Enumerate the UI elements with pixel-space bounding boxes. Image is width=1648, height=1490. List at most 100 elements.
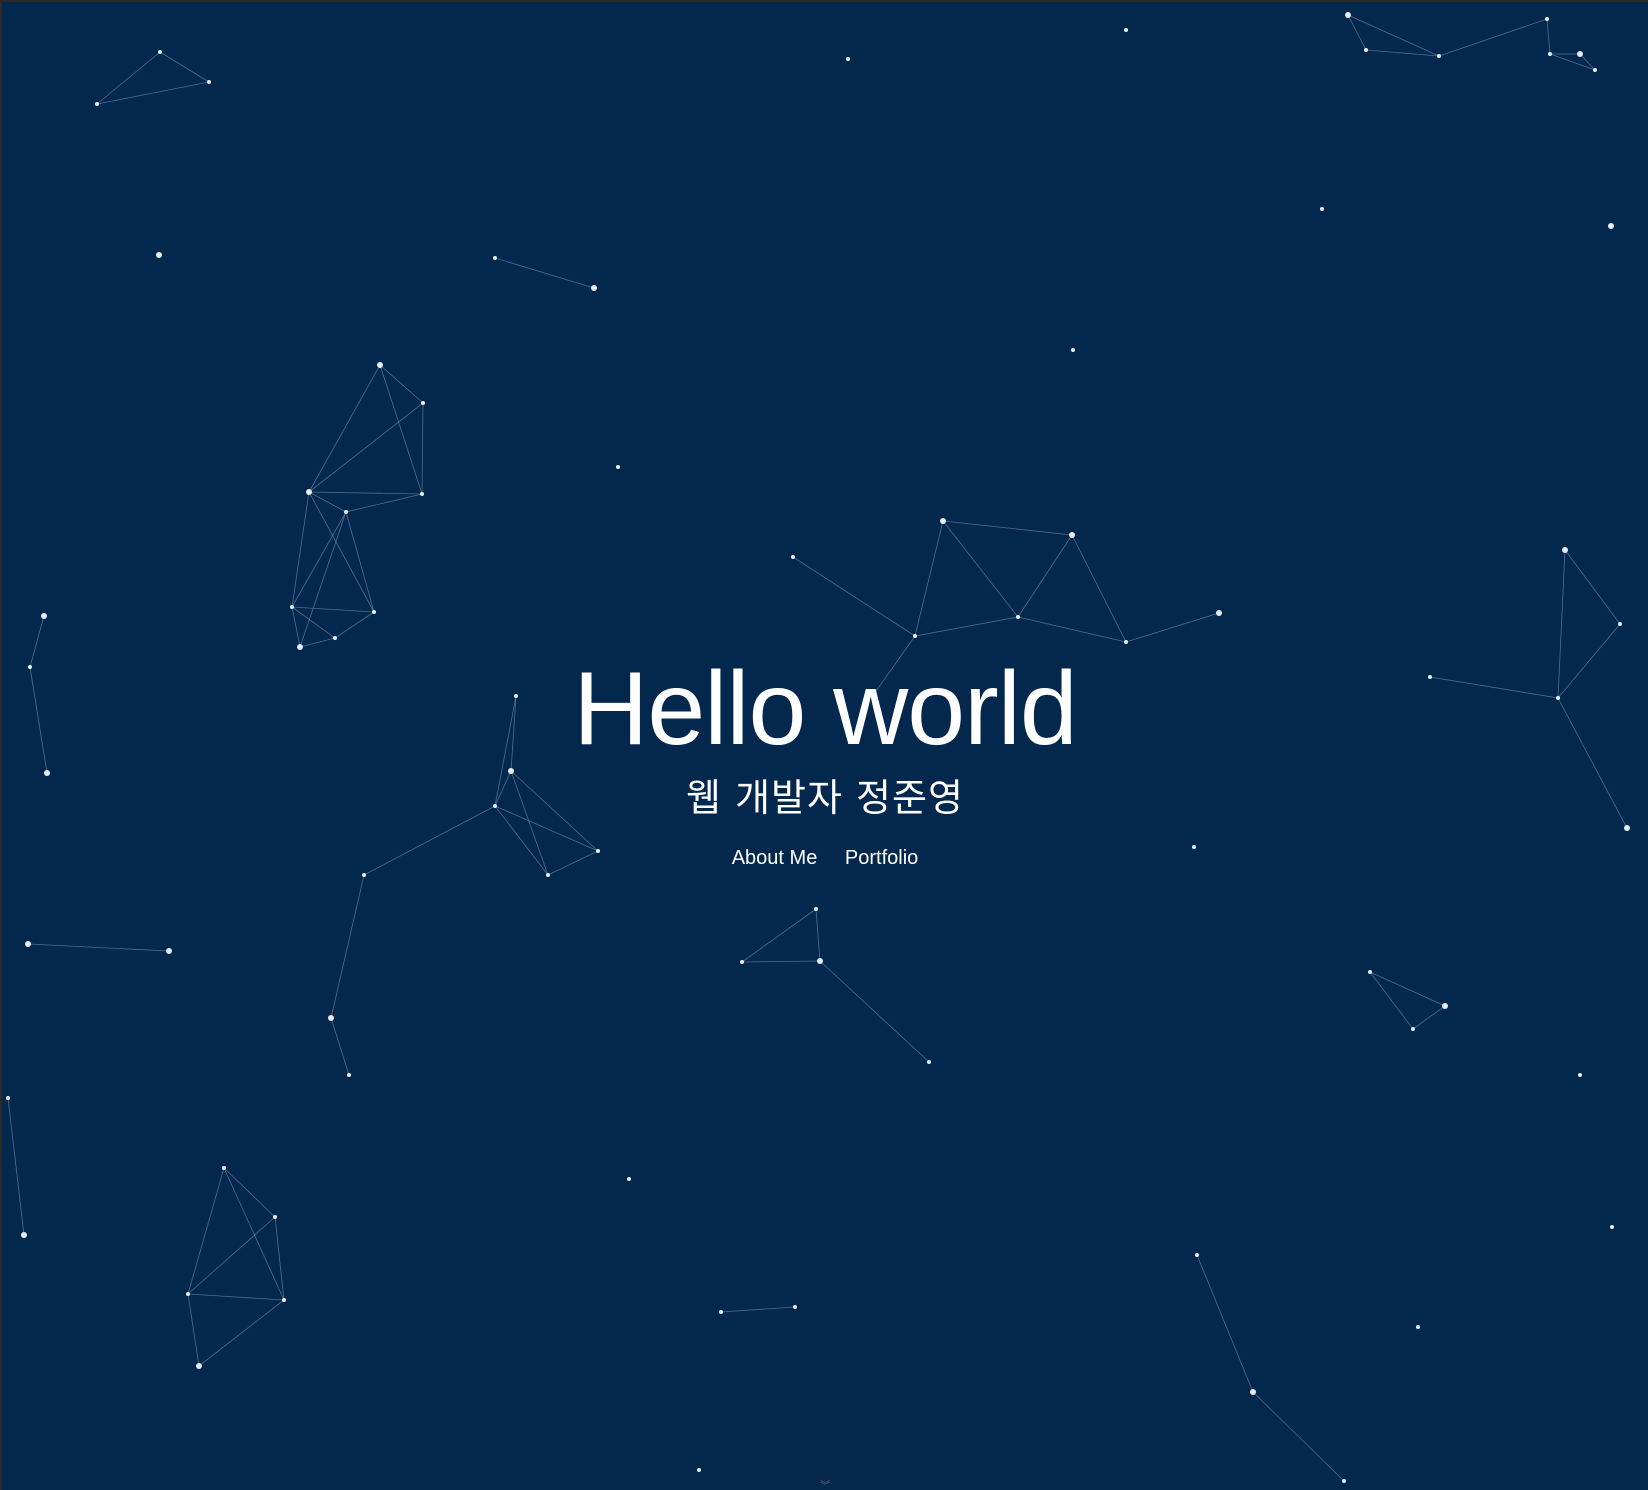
particle-link: [308, 491, 423, 495]
particle-link: [198, 1299, 285, 1367]
particle-link: [291, 606, 336, 639]
particle-link: [1369, 971, 1414, 1030]
hero-title: Hello world: [573, 651, 1077, 767]
particle-dot: [1618, 622, 1622, 626]
particle-dot: [740, 960, 744, 964]
particle-dot: [1562, 547, 1568, 553]
particle-dot: [273, 1215, 277, 1219]
particle-link: [1017, 616, 1127, 643]
particle-link: [308, 364, 381, 493]
particle-dot: [1320, 207, 1324, 211]
particle-dot: [95, 102, 99, 106]
particle-dot: [1071, 348, 1075, 352]
particle-link: [308, 402, 424, 493]
particle-dot: [306, 489, 312, 495]
particle-link: [7, 1097, 25, 1236]
particle-link: [291, 606, 375, 613]
particle-dot: [814, 907, 818, 911]
particle-link: [1438, 18, 1548, 57]
particle-dot: [196, 1363, 202, 1369]
particle-dot: [158, 50, 162, 54]
particle-dot: [913, 634, 917, 638]
particle-dot: [21, 1232, 27, 1238]
particle-dot: [1342, 1479, 1346, 1483]
particle-link: [187, 1216, 276, 1295]
particle-link: [334, 611, 375, 639]
particle-dot: [1578, 1073, 1582, 1077]
particle-link: [741, 960, 821, 963]
chevron-down-icon[interactable]: ︾: [815, 1482, 835, 1490]
landing-page: Hello world 웹 개발자 정준영 About Me Portfolio…: [2, 2, 1648, 1490]
particle-dot: [791, 555, 795, 559]
particle-link: [345, 511, 375, 613]
particle-dot: [1437, 54, 1441, 58]
particle-dot: [1216, 610, 1222, 616]
particle-link: [1549, 53, 1596, 71]
particle-link: [942, 520, 1019, 618]
hero-nav: About Me Portfolio: [2, 847, 1648, 870]
particle-dot: [1345, 12, 1351, 18]
particle-link: [291, 511, 347, 608]
particle-dot: [156, 252, 162, 258]
particle-link: [299, 511, 347, 648]
particle-dot: [1411, 1027, 1415, 1031]
particle-link: [1125, 612, 1220, 643]
particle-dot: [344, 510, 348, 514]
particle-dot: [166, 948, 172, 954]
particle-dot: [817, 958, 823, 964]
particle-dot: [282, 1298, 286, 1302]
particle-link: [187, 1293, 200, 1367]
particle-dot: [1069, 532, 1075, 538]
particle-dot: [222, 1166, 226, 1170]
particle-dot: [347, 1073, 351, 1077]
particle-dot: [927, 1060, 931, 1064]
particle-link: [330, 874, 365, 1019]
particle-link: [27, 943, 170, 952]
particle-dot: [377, 362, 383, 368]
particle-dot: [420, 492, 424, 496]
particle-link: [1412, 1005, 1446, 1030]
nav-link-portfolio[interactable]: Portfolio: [845, 847, 918, 869]
particle-dot: [186, 1292, 190, 1296]
hero-section: Hello world 웹 개발자 정준영 About Me Portfolio: [2, 657, 1648, 870]
hero-subtitle: 웹 개발자 정준영: [686, 776, 964, 820]
particle-dot: [1250, 1389, 1256, 1395]
particle-dot: [1442, 1003, 1448, 1009]
particle-link: [330, 1017, 350, 1076]
particle-dot: [493, 256, 497, 260]
particle-dot: [1195, 1253, 1199, 1257]
particle-dot: [372, 610, 376, 614]
particle-dot: [333, 636, 337, 640]
particle-link: [421, 402, 424, 495]
particle-dot: [41, 613, 47, 619]
particle-link: [494, 257, 595, 289]
particle-dot: [290, 605, 294, 609]
particle-link: [274, 1216, 285, 1301]
particle-dot: [719, 1310, 723, 1314]
particle-link: [1564, 549, 1621, 625]
particle-link: [159, 51, 210, 83]
particle-dot: [1124, 640, 1128, 644]
particle-dot: [1016, 615, 1020, 619]
particle-link: [720, 1306, 796, 1313]
particle-link: [96, 51, 161, 105]
particle-dot: [1364, 48, 1368, 52]
particle-dot: [940, 518, 946, 524]
nav-link-about-me[interactable]: About Me: [732, 847, 818, 869]
particle-link: [914, 616, 1019, 637]
particle-dot: [6, 1096, 10, 1100]
particle-dot: [616, 465, 620, 469]
particle-dot: [1124, 28, 1128, 32]
particle-link: [299, 637, 336, 648]
particle-dot: [328, 1015, 334, 1021]
particle-link: [942, 520, 1073, 536]
particle-dot: [25, 941, 31, 947]
particle-link: [1347, 14, 1440, 57]
particle-dot: [421, 401, 425, 405]
particle-dot: [1416, 1325, 1420, 1329]
particle-dot: [1608, 223, 1614, 229]
particle-dot: [627, 1177, 631, 1181]
particle-link: [187, 1293, 285, 1301]
particle-dot: [1548, 52, 1552, 56]
particle-link: [914, 520, 944, 637]
